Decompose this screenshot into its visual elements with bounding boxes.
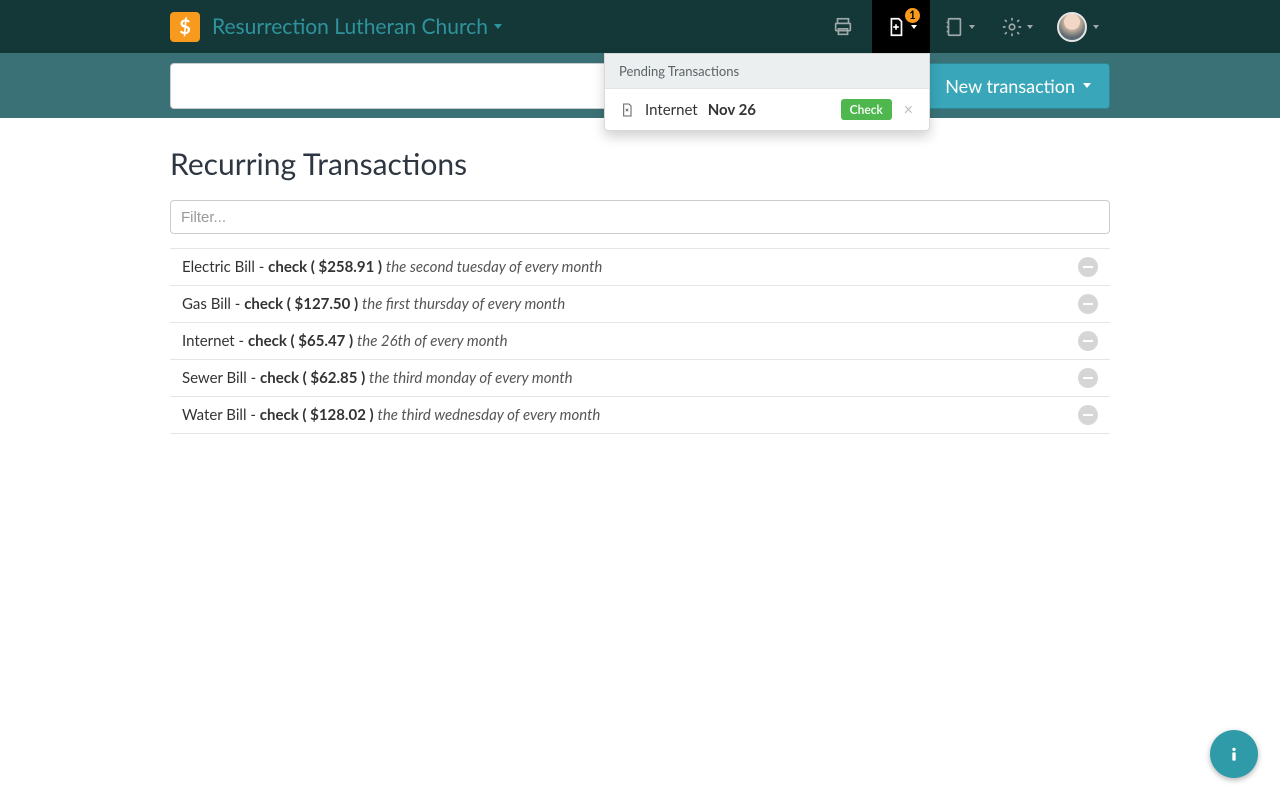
recurring-transaction-row[interactable]: Water Bill - check ( $128.02 ) the third… (170, 397, 1110, 434)
recurring-transaction-row[interactable]: Sewer Bill - check ( $62.85 ) the third … (170, 360, 1110, 397)
new-transaction-button[interactable]: New transaction (926, 63, 1110, 109)
transaction-summary: Electric Bill - check ( $258.91 ) the se… (182, 258, 1078, 276)
gear-icon (1001, 16, 1023, 38)
printer-icon (832, 16, 854, 38)
print-button[interactable] (814, 0, 872, 53)
chevron-down-icon (969, 25, 975, 29)
transaction-summary: Sewer Bill - check ( $62.85 ) the third … (182, 369, 1078, 387)
document-add-icon (885, 16, 907, 38)
avatar (1057, 12, 1087, 42)
dropdown-header: Pending Transactions (605, 54, 929, 89)
delete-transaction-button[interactable] (1078, 257, 1098, 277)
chevron-down-icon (494, 24, 502, 29)
recurring-transactions-list: Electric Bill - check ( $258.91 ) the se… (170, 248, 1110, 434)
transaction-type-badge: Check (841, 99, 892, 120)
delete-transaction-button[interactable] (1078, 331, 1098, 351)
app-logo-icon: $ (170, 12, 200, 42)
pending-transactions-button[interactable]: 1 (872, 0, 930, 53)
top-navbar: $ Resurrection Lutheran Church 1 (0, 0, 1280, 53)
pending-item-name: Internet (645, 101, 698, 119)
new-transaction-label: New transaction (945, 75, 1075, 97)
pending-count-badge: 1 (905, 8, 920, 23)
delete-transaction-button[interactable] (1078, 405, 1098, 425)
chevron-down-icon (911, 25, 917, 29)
delete-transaction-button[interactable] (1078, 368, 1098, 388)
delete-transaction-button[interactable] (1078, 294, 1098, 314)
chevron-down-icon (1083, 83, 1091, 88)
transaction-summary: Internet - check ( $65.47 ) the 26th of … (182, 332, 1078, 350)
pending-transactions-dropdown: Pending Transactions Internet Nov 26 Che… (604, 53, 930, 131)
help-button[interactable] (1210, 730, 1258, 778)
filter-input[interactable] (170, 200, 1110, 234)
recurring-transaction-row[interactable]: Internet - check ( $65.47 ) the 26th of … (170, 323, 1110, 360)
recurring-transaction-row[interactable]: Electric Bill - check ( $258.91 ) the se… (170, 248, 1110, 286)
page-title: Recurring Transactions (170, 146, 1110, 182)
transaction-summary: Water Bill - check ( $128.02 ) the third… (182, 406, 1078, 424)
chevron-down-icon (1027, 25, 1033, 29)
main-content: Recurring Transactions Electric Bill - c… (170, 118, 1110, 434)
dismiss-pending-button[interactable]: × (902, 100, 915, 119)
transaction-summary: Gas Bill - check ( $127.50 ) the first t… (182, 295, 1078, 313)
pending-transaction-item[interactable]: Internet Nov 26 Check × (605, 89, 929, 130)
ledger-button[interactable] (930, 0, 988, 53)
user-menu[interactable] (1046, 0, 1110, 53)
info-icon (1224, 744, 1244, 764)
org-name: Resurrection Lutheran Church (212, 14, 488, 39)
document-icon (619, 101, 635, 119)
chevron-down-icon (1093, 25, 1099, 29)
recurring-transaction-row[interactable]: Gas Bill - check ( $127.50 ) the first t… (170, 286, 1110, 323)
org-switcher[interactable]: Resurrection Lutheran Church (212, 14, 502, 39)
pending-item-date: Nov 26 (708, 101, 756, 119)
notebook-icon (943, 16, 965, 38)
settings-button[interactable] (988, 0, 1046, 53)
